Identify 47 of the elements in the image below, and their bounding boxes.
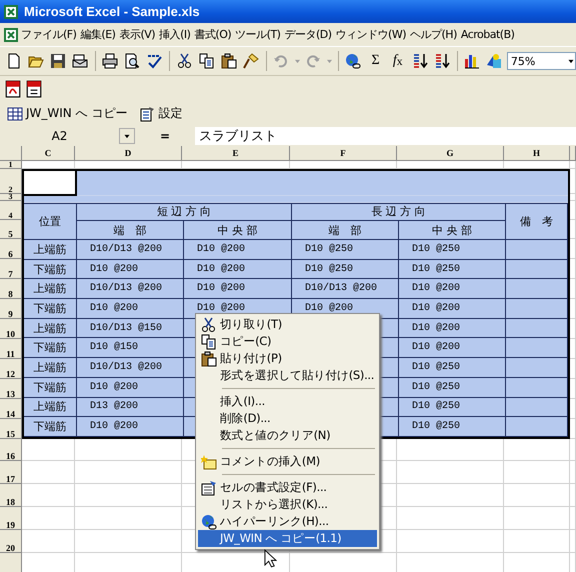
- table-cell: D10 @250: [292, 260, 399, 280]
- table-cell: D10 @200: [184, 260, 292, 280]
- table-header: 中 央 部: [399, 221, 506, 240]
- table-cell: 下端筋: [24, 338, 77, 358]
- table-cell: 上端筋: [24, 279, 77, 300]
- table-cell: D10 @200: [399, 279, 506, 300]
- table-cell: D10 @250: [399, 260, 506, 280]
- equals-sign: =: [158, 129, 172, 143]
- table-cell: D10 @200: [77, 260, 184, 280]
- table-cell: D10 @200: [184, 240, 292, 260]
- table-cell: D10 @200: [399, 299, 506, 319]
- window-title: Microsoft Excel - Sample.xls: [24, 4, 200, 19]
- table-cell: D10 @250: [399, 358, 506, 378]
- table-cell: D10/D13 @200: [77, 358, 184, 378]
- table-header: 位置: [24, 202, 77, 240]
- table-cell: D10/D13 @200: [292, 279, 399, 300]
- zoom-value: 75%: [510, 54, 536, 68]
- table-cell: D10 @200: [77, 417, 184, 437]
- table-cell: D13 @200: [77, 398, 184, 418]
- table-cell: 下端筋: [24, 260, 77, 280]
- table-cell: D10 @250: [399, 378, 506, 398]
- table-cell: 下端筋: [24, 417, 77, 437]
- table-cell: D10 @200: [399, 318, 506, 338]
- table-cell: D10/D13 @200: [77, 279, 184, 300]
- table-cell: 下端筋: [24, 378, 77, 398]
- table-header: 短 辺 方 向: [77, 202, 292, 222]
- table-cell: D10 @250: [399, 417, 506, 437]
- table-cell: 上端筋: [24, 318, 77, 338]
- table-cell: D10 @200: [399, 338, 506, 358]
- table-header: 中 央 部: [184, 221, 292, 240]
- table-cell: D10 @250: [292, 240, 399, 260]
- table-cell: D10 @150: [77, 338, 184, 358]
- table-cell: D10/D13 @200: [77, 240, 184, 260]
- table-cell: 上端筋: [24, 240, 77, 260]
- table-header: 端 部: [292, 221, 399, 240]
- table-cell: D10 @200: [77, 299, 184, 319]
- table-cell: D10 @200: [184, 279, 292, 300]
- table-header: 端 部: [77, 221, 184, 240]
- table-cell: 下端筋: [24, 299, 77, 319]
- table-cell: 上端筋: [24, 358, 77, 378]
- table-cell: D10/D13 @150: [77, 318, 184, 338]
- table-cell: D10 @250: [399, 240, 506, 260]
- table-cell: 上端筋: [24, 398, 77, 418]
- table-cell: D10 @250: [399, 398, 506, 418]
- table-header: 備 考: [506, 202, 568, 240]
- table-header: 長 辺 方 向: [292, 202, 506, 222]
- table-cell: D10 @200: [77, 378, 184, 398]
